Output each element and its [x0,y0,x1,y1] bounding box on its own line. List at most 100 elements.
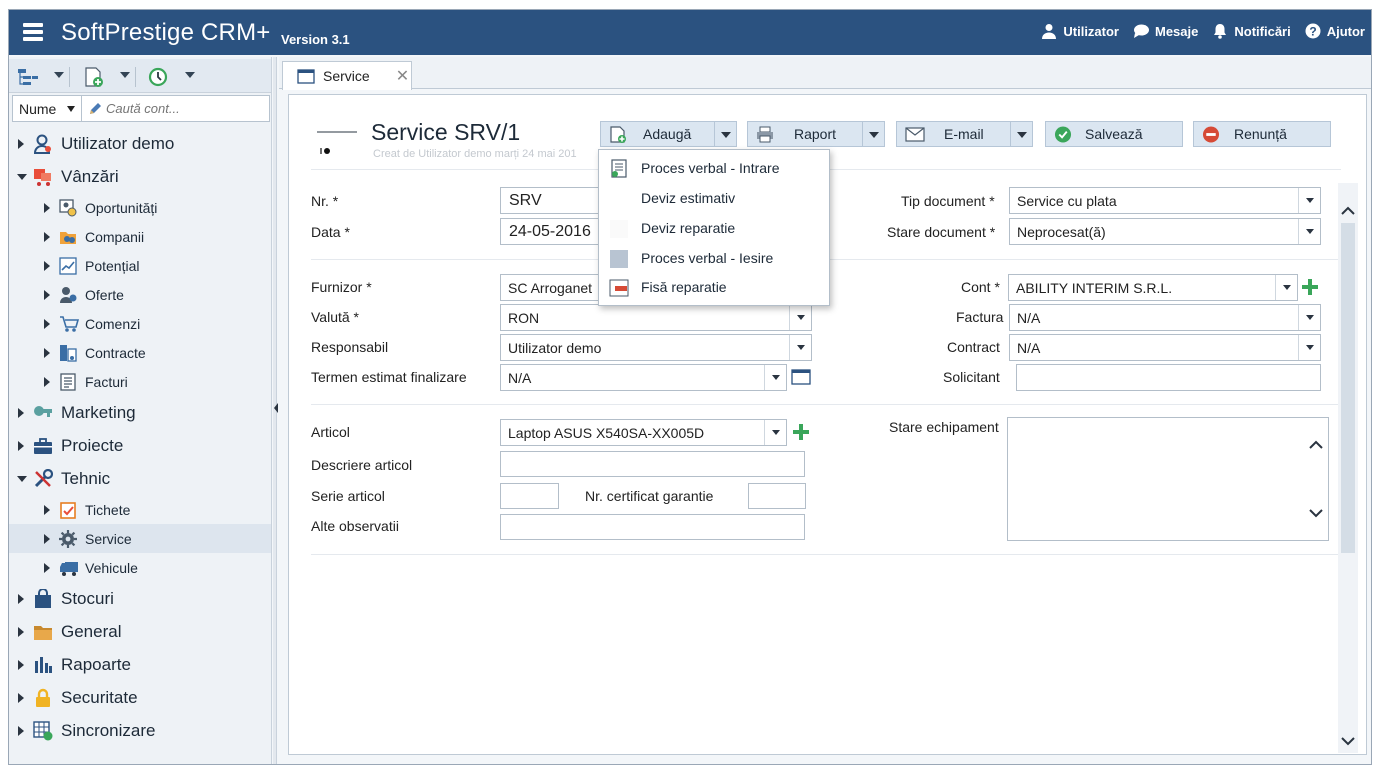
descriere-input[interactable] [500,451,805,477]
nav-stocuri[interactable]: Stocuri [9,582,271,615]
chevron-down-icon[interactable] [789,335,811,360]
messages-link[interactable]: Mesaje [1133,23,1198,39]
chevron-up-icon[interactable] [1309,438,1323,452]
contract-select[interactable]: N/A [1009,334,1321,361]
caret-right-icon[interactable] [18,626,24,637]
chevron-down-icon[interactable] [1298,305,1320,330]
tree-view-icon[interactable] [17,67,39,87]
stare-document-select[interactable]: Neprocesat(ă) [1009,218,1321,245]
new-document-dropdown[interactable] [120,72,130,78]
stare-echipament-textarea[interactable] [1007,417,1329,541]
add-button[interactable]: Adaugă [600,121,737,147]
nav-proiecte[interactable]: Proiecte [9,429,271,462]
menu-item-proces-verbal-iesire[interactable]: Proces verbal - Iesire [599,244,829,273]
cancel-button[interactable]: Renunță [1193,121,1331,147]
chevron-down-icon[interactable] [1309,506,1323,520]
caret-down-icon[interactable] [17,173,27,180]
responsabil-select[interactable]: Utilizator demo [500,334,812,361]
serie-input[interactable] [500,483,559,509]
caret-right-icon[interactable] [44,533,50,544]
caret-right-icon[interactable] [18,138,24,149]
caret-right-icon[interactable] [44,202,50,213]
nav-rapoarte[interactable]: Rapoarte [9,648,271,681]
chevron-down-icon[interactable] [764,420,786,445]
email-button[interactable]: E-mail [896,121,1033,147]
search-input[interactable] [106,101,256,116]
nav-comenzi[interactable]: Comenzi [9,309,271,338]
nav-vanzari[interactable]: Vânzări [9,160,271,193]
report-button[interactable]: Raport [747,121,885,147]
caret-right-icon[interactable] [44,562,50,573]
nav-vehicule[interactable]: Vehicule [9,553,271,582]
data-input[interactable]: 24-05-2016 [500,218,610,245]
caret-down-icon[interactable] [17,475,27,482]
caret-right-icon[interactable] [18,440,24,451]
history-icon[interactable] [147,67,169,87]
caret-right-icon[interactable] [18,692,24,703]
nav-service[interactable]: Service [9,524,271,553]
nav-contracte[interactable]: Contracte [9,338,271,367]
caret-right-icon[interactable] [18,725,24,736]
caret-right-icon[interactable] [44,231,50,242]
certificat-input[interactable] [748,483,806,509]
termen-select[interactable]: N/A [500,364,787,391]
tab-service[interactable]: Service ✕ [282,61,412,90]
chevron-down-icon[interactable] [1298,335,1320,360]
valuta-select[interactable]: RON [500,304,812,331]
close-icon[interactable]: ✕ [396,66,409,86]
help-link[interactable]: ? Ajutor [1305,23,1365,39]
chevron-down-icon[interactable] [1341,734,1355,748]
nav-tehnic[interactable]: Tehnic [9,462,271,495]
user-link[interactable]: Utilizator [1041,23,1119,39]
nav-utilizator-demo[interactable]: Utilizator demo [9,127,271,160]
menu-item-proces-verbal-intrare[interactable]: Proces verbal - Intrare [599,154,829,183]
form-scrollbar[interactable] [1338,183,1358,753]
save-button[interactable]: Salvează [1045,121,1183,147]
nav-tichete[interactable]: Tichete [9,495,271,524]
cont-select[interactable]: ABILITY INTERIM S.R.L. [1008,274,1298,301]
menu-item-deviz-reparatie[interactable]: Deviz reparatie [599,214,829,243]
chevron-down-icon[interactable] [1275,275,1297,300]
menu-item-fisa-reparatie[interactable]: Fisă reparatie [599,273,829,302]
report-dropdown-toggle[interactable] [862,122,884,146]
nav-marketing[interactable]: Marketing [9,396,271,429]
nav-securitate[interactable]: Securitate [9,681,271,714]
nav-companii[interactable]: Companii [9,222,271,251]
nav-potential[interactable]: Potențial [9,251,271,280]
menu-icon[interactable] [23,23,43,41]
caret-right-icon[interactable] [44,318,50,329]
history-dropdown[interactable] [185,72,195,78]
chevron-down-icon[interactable] [789,305,811,330]
nav-oferte[interactable]: Oferte [9,280,271,309]
articol-select[interactable]: Laptop ASUS X540SA-XX005D [500,419,787,446]
caret-right-icon[interactable] [18,593,24,604]
collapse-left-icon[interactable] [273,402,279,414]
chevron-down-icon[interactable] [1298,188,1320,213]
chevron-down-icon[interactable] [764,365,786,390]
caret-right-icon[interactable] [44,260,50,271]
observatii-input[interactable] [500,514,805,540]
tree-view-dropdown[interactable] [54,72,64,78]
nav-general[interactable]: General [9,615,271,648]
email-dropdown-toggle[interactable] [1010,122,1032,146]
nav-sincronizare[interactable]: Sincronizare [9,714,271,747]
caret-right-icon[interactable] [44,376,50,387]
caret-right-icon[interactable] [44,347,50,358]
new-document-icon[interactable] [83,67,105,87]
chevron-down-icon[interactable] [1298,219,1320,244]
chevron-up-icon[interactable] [1341,204,1355,218]
solicitant-input[interactable] [1016,364,1321,391]
caret-right-icon[interactable] [44,504,50,515]
nav-facturi[interactable]: Facturi [9,367,271,396]
notifications-link[interactable]: Notificări [1212,23,1291,39]
scrollbar-thumb[interactable] [1341,223,1355,553]
tip-document-select[interactable]: Service cu plata [1009,187,1321,214]
add-cont-icon[interactable] [1301,278,1319,296]
nav-oportunitati[interactable]: Oportunități [9,193,271,222]
search-field-select[interactable]: Nume [12,95,82,122]
calendar-icon[interactable] [791,369,811,385]
search-box[interactable] [82,95,270,122]
add-articol-icon[interactable] [792,423,810,441]
caret-right-icon[interactable] [18,659,24,670]
menu-item-deviz-estimativ[interactable]: Deviz estimativ [599,184,829,213]
